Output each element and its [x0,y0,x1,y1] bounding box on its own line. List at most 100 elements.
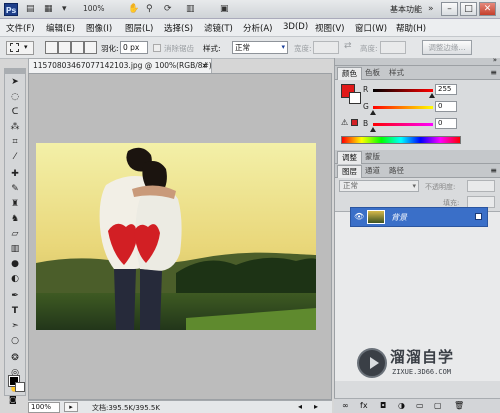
document-tab[interactable]: 11570803467077142103.jpg @ 100%(RGB/8#) … [28,58,212,73]
channel-g-input[interactable]: 0 [435,101,457,112]
lasso-tool-icon[interactable]: ᑕ [6,105,24,120]
visibility-eye-icon[interactable]: 👁 [354,212,364,221]
menu-analysis[interactable]: 分析(A) [243,22,272,34]
close-button[interactable]: ✕ [479,2,496,16]
status-menu-icon[interactable]: ▸ [64,402,78,412]
layer-row-background[interactable]: 👁 背景 [350,207,488,227]
menu-filter[interactable]: 滤镜(T) [204,22,233,34]
channel-b-slider[interactable] [373,123,433,126]
tab-paths[interactable]: 路径 [385,165,408,178]
history-brush-tool-icon[interactable]: ♞ [6,212,24,227]
panel-dock-header[interactable]: » [335,56,500,66]
delete-layer-icon[interactable]: 🗑 [454,401,464,410]
launch-bridge-icon[interactable]: ▦ [44,3,53,16]
close-document-icon[interactable]: × [201,59,208,73]
panel-menu-icon[interactable]: ≡ [490,166,497,175]
menu-layer[interactable]: 图层(L) [125,22,153,34]
healing-brush-tool-icon[interactable]: ✚ [6,167,24,182]
arrange-documents-icon[interactable]: ▥ [186,3,195,16]
zoom-tool-icon[interactable]: ⚲ [146,3,153,16]
channel-g-thumb[interactable] [370,110,376,115]
scroll-right-icon[interactable]: ◂ [298,402,302,411]
menu-3d[interactable]: 3D(D) [283,22,308,32]
menu-view[interactable]: 视图(V) [315,22,344,34]
workspace-switcher[interactable]: 基本功能 [390,4,422,15]
quick-select-tool-icon[interactable]: ⁂ [6,120,24,135]
zoom-input[interactable]: 100% [28,402,60,413]
gradient-tool-icon[interactable]: ▥ [6,242,24,257]
background-color-swatch[interactable] [15,382,25,392]
new-layer-icon[interactable]: ▢ [434,401,442,410]
type-tool-icon[interactable]: T [6,304,24,319]
pen-tool-icon[interactable]: ✒ [6,289,24,304]
path-select-tool-icon[interactable]: ➣ [6,319,24,334]
height-input[interactable] [380,41,406,54]
subtract-selection-icon[interactable] [71,41,84,54]
tab-swatches[interactable]: 色板 [361,67,384,80]
move-tool-icon[interactable]: ➤ [6,75,24,90]
out-of-gamut-warning-icon[interactable]: ⚠ [341,118,348,127]
menu-image[interactable]: 图像(I) [86,22,112,34]
new-selection-icon[interactable] [45,41,58,54]
eyedropper-tool-icon[interactable]: ⁄ [6,150,24,165]
tab-color[interactable]: 颜色 [337,67,362,80]
color-spectrum-ramp[interactable] [341,136,461,144]
hand-tool-icon[interactable]: ✋ [128,3,139,16]
opacity-input[interactable] [467,180,495,192]
antialias-checkbox[interactable] [153,44,161,52]
tab-channels[interactable]: 通道 [361,165,384,178]
menu-edit[interactable]: 编辑(E) [46,22,75,34]
clone-stamp-tool-icon[interactable]: ♜ [6,197,24,212]
workspace-chevron-icon[interactable]: » [428,3,434,16]
swap-dimensions-icon[interactable]: ⇄ [344,41,352,51]
marquee-tool-icon[interactable]: ◌ [6,90,24,105]
style-select[interactable]: 正常 ▾ [232,41,288,54]
canvas-photo[interactable] [36,143,316,330]
dodge-tool-icon[interactable]: ◐ [6,272,24,287]
minimize-button[interactable]: – [441,2,458,16]
blur-tool-icon[interactable]: ● [6,257,24,272]
tab-layers[interactable]: 图层 [337,165,362,178]
blend-mode-select[interactable]: 正常 ▾ [339,180,419,192]
gamut-color-swatch[interactable] [351,119,358,126]
channel-r-slider[interactable] [373,89,433,92]
quick-mask-icon[interactable]: ◙ [9,395,17,404]
scroll-left-icon[interactable]: ▸ [314,402,318,411]
toolbox-grip[interactable] [5,69,25,74]
menu-help[interactable]: 帮助(H) [396,22,426,34]
link-layers-icon[interactable]: ∞ [342,401,349,410]
channel-r-input[interactable]: 255 [435,84,457,95]
zoom-level-dropdown[interactable]: 100% [83,4,104,13]
layer-style-icon[interactable]: fx [360,401,368,410]
panel-menu-icon[interactable]: ≡ [490,68,497,77]
intersect-selection-icon[interactable] [84,41,97,54]
new-group-icon[interactable]: ▭ [416,401,424,410]
document-open-icon[interactable]: ▤ [26,3,35,16]
adjustment-layer-icon[interactable]: ◑ [398,401,405,410]
eraser-tool-icon[interactable]: ▱ [6,227,24,242]
channel-b-input[interactable]: 0 [435,118,457,129]
maximize-button[interactable]: □ [460,2,477,16]
add-selection-icon[interactable] [58,41,71,54]
menu-file[interactable]: 文件(F) [6,22,35,34]
menu-select[interactable]: 选择(S) [164,22,193,34]
feather-input[interactable]: 0 px [120,41,148,54]
screen-mode-icon[interactable]: ▣ [220,3,229,16]
crop-tool-icon[interactable]: ⌗ [6,135,24,150]
width-input[interactable] [313,41,339,54]
channel-b-thumb[interactable] [370,127,376,132]
channel-g-slider[interactable] [373,106,433,109]
collapse-panels-icon[interactable]: » [493,56,497,64]
refine-edge-button[interactable]: 调整边缘... [422,40,472,55]
rotate-view-icon[interactable]: ⟳ [164,3,172,16]
tool-preset-picker[interactable]: ▾ [6,41,34,55]
3d-rotate-tool-icon[interactable]: ❂ [6,351,24,366]
add-mask-icon[interactable]: ◘ [380,401,386,410]
tab-masks[interactable]: 蒙版 [361,151,384,164]
tab-adjustments[interactable]: 调整 [337,151,362,164]
brush-tool-icon[interactable]: ✎ [6,182,24,197]
screen-grid-icon[interactable]: ▾ [62,3,67,16]
menu-window[interactable]: 窗口(W) [355,22,387,34]
tab-styles[interactable]: 样式 [385,67,408,80]
shape-tool-icon[interactable]: ○ [6,334,24,349]
